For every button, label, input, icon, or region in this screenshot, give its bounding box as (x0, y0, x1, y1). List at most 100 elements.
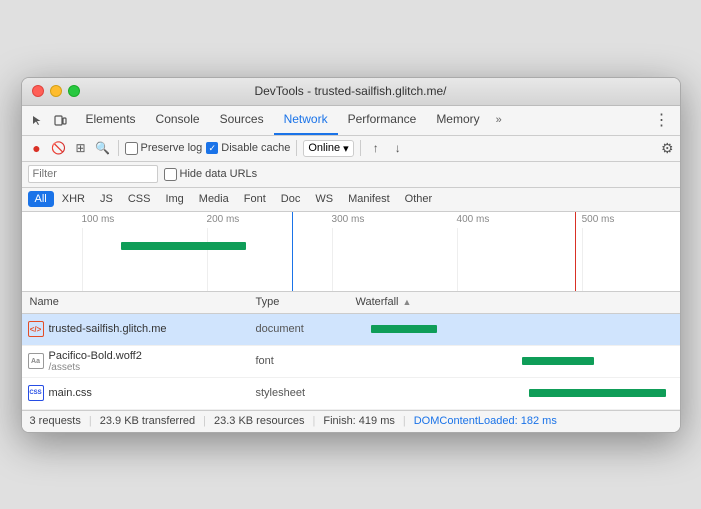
type-btn-manifest[interactable]: Manifest (341, 191, 397, 207)
status-requests: 3 requests (30, 415, 81, 427)
status-resources: 23.3 KB resources (214, 415, 305, 427)
status-dom-content-loaded: DOMContentLoaded: 182 ms (414, 415, 557, 427)
filter-input[interactable] (28, 165, 158, 183)
tab-elements[interactable]: Elements (76, 105, 146, 135)
row-name-cell-3: CSS main.css (22, 385, 252, 401)
devtools-window: DevTools - trusted-sailfish.glitch.me/ E… (21, 77, 681, 433)
toolbar-row: ● 🚫 ⊞ 🔍 Preserve log ✓ Disable cache Onl… (22, 136, 680, 162)
sort-arrow-icon: ▲ (403, 297, 412, 307)
grid-line-2 (207, 228, 208, 291)
search-icon[interactable]: 🔍 (94, 139, 112, 157)
preserve-log-checkbox[interactable] (125, 142, 138, 155)
row-name-cell-2: Aa Pacifico-Bold.woff2 /assets (22, 350, 252, 373)
row-waterfall-3 (352, 377, 680, 409)
close-button[interactable] (32, 85, 44, 97)
row-waterfall-1 (352, 313, 680, 345)
waterfall-bar-3 (529, 389, 667, 397)
record-button[interactable]: ● (28, 139, 46, 157)
filter-icon[interactable]: ⊞ (72, 139, 90, 157)
type-btn-doc[interactable]: Doc (274, 191, 308, 207)
tab-console[interactable]: Console (146, 105, 210, 135)
time-label-400: 400 ms (457, 214, 490, 225)
waterfall-bar-1 (371, 325, 437, 333)
minimize-button[interactable] (50, 85, 62, 97)
tab-performance[interactable]: Performance (338, 105, 427, 135)
separator-1 (118, 140, 119, 156)
status-bar: 3 requests | 23.9 KB transferred | 23.3 … (22, 410, 680, 432)
disable-cache-check: ✓ (206, 142, 218, 154)
col-header-name[interactable]: Name (22, 296, 252, 308)
device-icon[interactable] (50, 109, 72, 131)
hide-data-checkbox[interactable] (164, 168, 177, 181)
dom-content-loaded-line (292, 212, 293, 291)
type-btn-img[interactable]: Img (158, 191, 190, 207)
row-type-3: stylesheet (252, 387, 352, 399)
throttle-select[interactable]: Online ▾ (303, 140, 353, 157)
row-icon-font: Aa (28, 353, 44, 369)
tab-overflow[interactable]: » (492, 114, 506, 126)
tab-sources[interactable]: Sources (210, 105, 274, 135)
row-type-2: font (252, 355, 352, 367)
grid-line-1 (82, 228, 83, 291)
time-label-300: 300 ms (332, 214, 365, 225)
type-btn-js[interactable]: JS (93, 191, 120, 207)
type-btn-all[interactable]: All (28, 191, 54, 207)
row-filename-3: main.css (49, 387, 92, 399)
download-icon[interactable]: ↓ (389, 139, 407, 157)
tab-more-button[interactable]: ⋮ (648, 110, 676, 130)
tabs-row: Elements Console Sources Network Perform… (22, 106, 680, 136)
upload-icon[interactable]: ↑ (367, 139, 385, 157)
table-row[interactable]: </> trusted-sailfish.glitch.me document (22, 314, 680, 346)
time-label-200: 200 ms (207, 214, 240, 225)
type-btn-ws[interactable]: WS (308, 191, 340, 207)
separator-3 (360, 140, 361, 156)
waterfall-bar-2 (522, 357, 594, 365)
type-btn-xhr[interactable]: XHR (55, 191, 92, 207)
row-filename-1: trusted-sailfish.glitch.me (49, 323, 167, 335)
tab-memory[interactable]: Memory (426, 105, 489, 135)
tab-network[interactable]: Network (274, 105, 338, 135)
status-finish: Finish: 419 ms (323, 415, 395, 427)
devtools-body: Elements Console Sources Network Perform… (22, 106, 680, 432)
waterfall-chart: 100 ms 200 ms 300 ms 400 ms 500 ms (22, 212, 680, 292)
row-filename-2: Pacifico-Bold.woff2 (49, 350, 142, 362)
separator-2 (296, 140, 297, 156)
table-row[interactable]: CSS main.css stylesheet (22, 378, 680, 410)
filter-row: Hide data URLs (22, 162, 680, 188)
table-row[interactable]: Aa Pacifico-Bold.woff2 /assets font (22, 346, 680, 378)
grid-line-3 (332, 228, 333, 291)
grid-line-5 (582, 228, 583, 291)
row-name-cell-1: </> trusted-sailfish.glitch.me (22, 321, 252, 337)
preserve-log-label[interactable]: Preserve log (125, 142, 203, 155)
row-icon-css: CSS (28, 385, 44, 401)
type-btn-css[interactable]: CSS (121, 191, 158, 207)
row-subtext-2: /assets (49, 362, 142, 373)
load-line (575, 212, 576, 291)
row-waterfall-2 (352, 345, 680, 377)
window-controls (32, 85, 80, 97)
window-title: DevTools - trusted-sailfish.glitch.me/ (254, 84, 446, 98)
grid-line-4 (457, 228, 458, 291)
type-btn-media[interactable]: Media (192, 191, 236, 207)
settings-gear-icon[interactable]: ⚙ (661, 140, 674, 157)
hide-data-label[interactable]: Hide data URLs (164, 168, 258, 181)
col-header-type[interactable]: Type (252, 296, 352, 308)
type-filter-row: All XHR JS CSS Img Media Font Doc WS Man… (22, 188, 680, 212)
time-label-500: 500 ms (582, 214, 615, 225)
type-btn-other[interactable]: Other (398, 191, 440, 207)
maximize-button[interactable] (68, 85, 80, 97)
status-transferred: 23.9 KB transferred (100, 415, 195, 427)
col-header-waterfall[interactable]: Waterfall ▲ (352, 296, 680, 308)
row-icon-html: </> (28, 321, 44, 337)
type-btn-font[interactable]: Font (237, 191, 273, 207)
row-type-1: document (252, 323, 352, 335)
cursor-icon[interactable] (26, 109, 48, 131)
network-table: Name Type Waterfall ▲ </> trusted-sailfi… (22, 292, 680, 410)
tab-icons (26, 109, 72, 131)
time-label-100: 100 ms (82, 214, 115, 225)
chart-bar-1 (121, 242, 246, 250)
disable-cache-label[interactable]: ✓ Disable cache (206, 142, 290, 154)
table-header: Name Type Waterfall ▲ (22, 292, 680, 314)
clear-button[interactable]: 🚫 (50, 139, 68, 157)
title-bar: DevTools - trusted-sailfish.glitch.me/ (22, 78, 680, 106)
